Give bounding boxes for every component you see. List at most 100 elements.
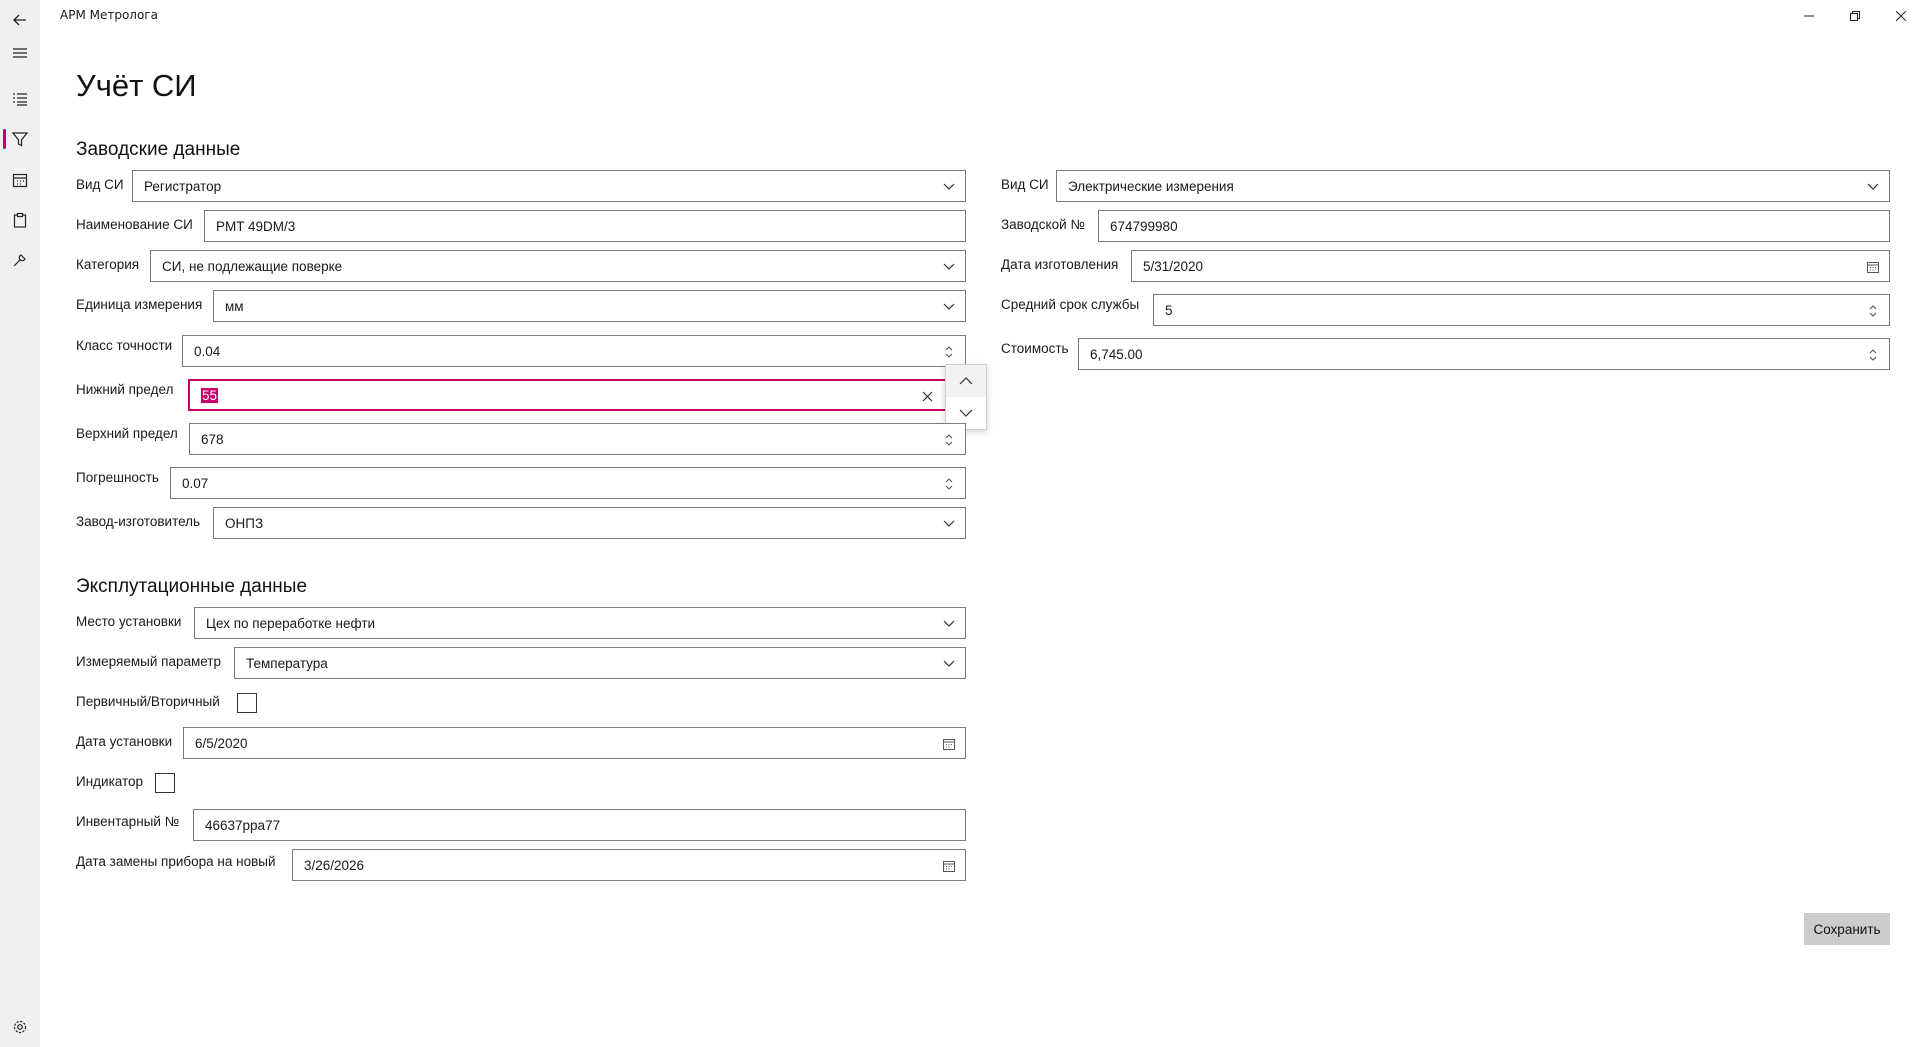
data-ust-label: Дата установки [76, 734, 173, 749]
verhniy-value: 678 [201, 431, 224, 447]
nizhniy-value: 55 [201, 387, 219, 403]
stoimost-numberbox[interactable]: 6,745.00 [1078, 338, 1890, 370]
save-button[interactable]: Сохранить [1804, 913, 1890, 945]
srok-label: Средний срок службы [1001, 297, 1140, 312]
klass-label: Класс точности [76, 338, 173, 353]
mesto-value: Цех по переработке нефти [206, 615, 376, 631]
vid-si-right-value: Электрические измерения [1068, 178, 1234, 194]
calendar-icon [12, 173, 28, 188]
list-icon [13, 93, 27, 106]
vid-si-value: Регистратор [144, 178, 222, 194]
kategoriya-value: СИ, не подлежащие поверке [162, 258, 343, 274]
data-ust-datepicker[interactable]: 6/5/2020 [183, 727, 966, 759]
title-bar: АРМ Метролога [40, 0, 1919, 32]
settings-button[interactable] [0, 1007, 40, 1047]
settings-icon [13, 1020, 27, 1034]
perv-vtor-checkbox[interactable] [237, 693, 257, 713]
klass-numberbox[interactable]: 0.04 [182, 335, 966, 367]
zav-nomer-label: Заводской № [1001, 217, 1085, 232]
stoimost-label: Стоимость [1001, 341, 1069, 356]
zav-nomer-input[interactable]: 674799980 [1098, 210, 1890, 242]
minimize-icon [1804, 15, 1814, 17]
chevron-down-icon [941, 516, 957, 532]
vid-si-right-label: Вид СИ [1001, 177, 1049, 192]
close-button[interactable] [1878, 0, 1919, 32]
spin-icon[interactable] [1865, 303, 1881, 319]
menu-button[interactable] [0, 33, 40, 73]
nav-clipboard-button[interactable] [0, 200, 40, 240]
nav-calendar-button[interactable] [0, 160, 40, 200]
nizhniy-numberbox[interactable]: 55 [188, 379, 947, 411]
page-title: Учёт СИ [76, 68, 197, 103]
vid-si-combobox[interactable]: Регистратор [132, 170, 966, 202]
pogreshnost-value: 0.07 [182, 475, 209, 491]
chevron-up-icon [959, 377, 973, 385]
pogreshnost-label: Погрешность [76, 470, 159, 485]
kategoriya-combobox[interactable]: СИ, не подлежащие поверке [150, 250, 966, 282]
edinica-value: мм [225, 298, 244, 314]
calendar-icon [941, 858, 957, 874]
chevron-down-icon [941, 179, 957, 195]
hamburger-icon [13, 48, 27, 58]
spin-popup [945, 364, 987, 430]
mesto-label: Место установки [76, 614, 182, 629]
srok-numberbox[interactable]: 5 [1153, 294, 1890, 326]
back-icon [13, 14, 26, 26]
data-zameny-value: 3/26/2026 [304, 857, 365, 873]
data-zameny-label: Дата замены прибора на новый [76, 854, 276, 869]
chevron-down-icon [941, 656, 957, 672]
nav-list-button[interactable] [0, 79, 40, 119]
chevron-down-icon [941, 616, 957, 632]
clear-icon[interactable] [919, 388, 935, 404]
spin-icon[interactable] [1865, 347, 1881, 363]
chevron-down-icon [959, 409, 973, 417]
vid-si-label: Вид СИ [76, 177, 124, 192]
naimenovanie-value: PMT 49DM/3 [216, 218, 296, 234]
inv-nomer-label: Инвентарный № [76, 814, 180, 829]
parametr-value: Температура [246, 655, 328, 671]
chevron-down-icon [941, 259, 957, 275]
vid-si-right-combobox[interactable]: Электрические измерения [1056, 170, 1890, 202]
mesto-combobox[interactable]: Цех по переработке нефти [194, 607, 966, 639]
wrench-icon [13, 254, 26, 267]
edinica-combobox[interactable]: мм [213, 290, 966, 322]
stoimost-value: 6,745.00 [1090, 346, 1143, 362]
srok-value: 5 [1165, 302, 1173, 318]
close-icon [1896, 11, 1906, 21]
nav-tools-button[interactable] [0, 240, 40, 280]
minimize-button[interactable] [1786, 0, 1832, 32]
inv-nomer-input[interactable]: 46637ppa77 [193, 809, 966, 841]
section-operation-title: Эксплутационные данные [76, 576, 308, 597]
zavod-combobox[interactable]: ОНПЗ [213, 507, 966, 539]
section-factory-title: Заводские данные [76, 139, 241, 160]
parametr-label: Измеряемый параметр [76, 654, 221, 669]
filter-icon [12, 132, 28, 147]
data-izg-datepicker[interactable]: 5/31/2020 [1131, 250, 1890, 282]
spin-icon[interactable] [941, 432, 957, 448]
edinica-label: Единица измерения [76, 297, 203, 312]
data-zameny-datepicker[interactable]: 3/26/2026 [292, 849, 966, 881]
kategoriya-label: Категория [76, 257, 140, 272]
spin-up-button[interactable] [946, 365, 986, 397]
spin-icon[interactable] [941, 476, 957, 492]
calendar-icon [941, 736, 957, 752]
nav-filter-button[interactable] [0, 119, 40, 159]
naimenovanie-input[interactable]: PMT 49DM/3 [204, 210, 966, 242]
restore-button[interactable] [1832, 0, 1878, 32]
pogreshnost-numberbox[interactable]: 0.07 [170, 467, 966, 499]
indikator-checkbox[interactable] [155, 773, 175, 793]
data-izg-label: Дата изготовления [1001, 257, 1119, 272]
data-ust-value: 6/5/2020 [195, 735, 248, 751]
verhniy-label: Верхний предел [76, 426, 178, 441]
chevron-down-icon [941, 299, 957, 315]
spin-icon[interactable] [941, 344, 957, 360]
zav-nomer-value: 674799980 [1110, 218, 1178, 234]
verhniy-numberbox[interactable]: 678 [189, 423, 966, 455]
nizhniy-label: Нижний предел [76, 382, 174, 397]
parametr-combobox[interactable]: Температура [234, 647, 966, 679]
indikator-label: Индикатор [76, 774, 144, 789]
data-izg-value: 5/31/2020 [1143, 258, 1204, 274]
clipboard-icon [13, 212, 27, 228]
restore-icon [1850, 11, 1860, 21]
perv-vtor-label: Первичный/Вторичный [76, 694, 220, 709]
